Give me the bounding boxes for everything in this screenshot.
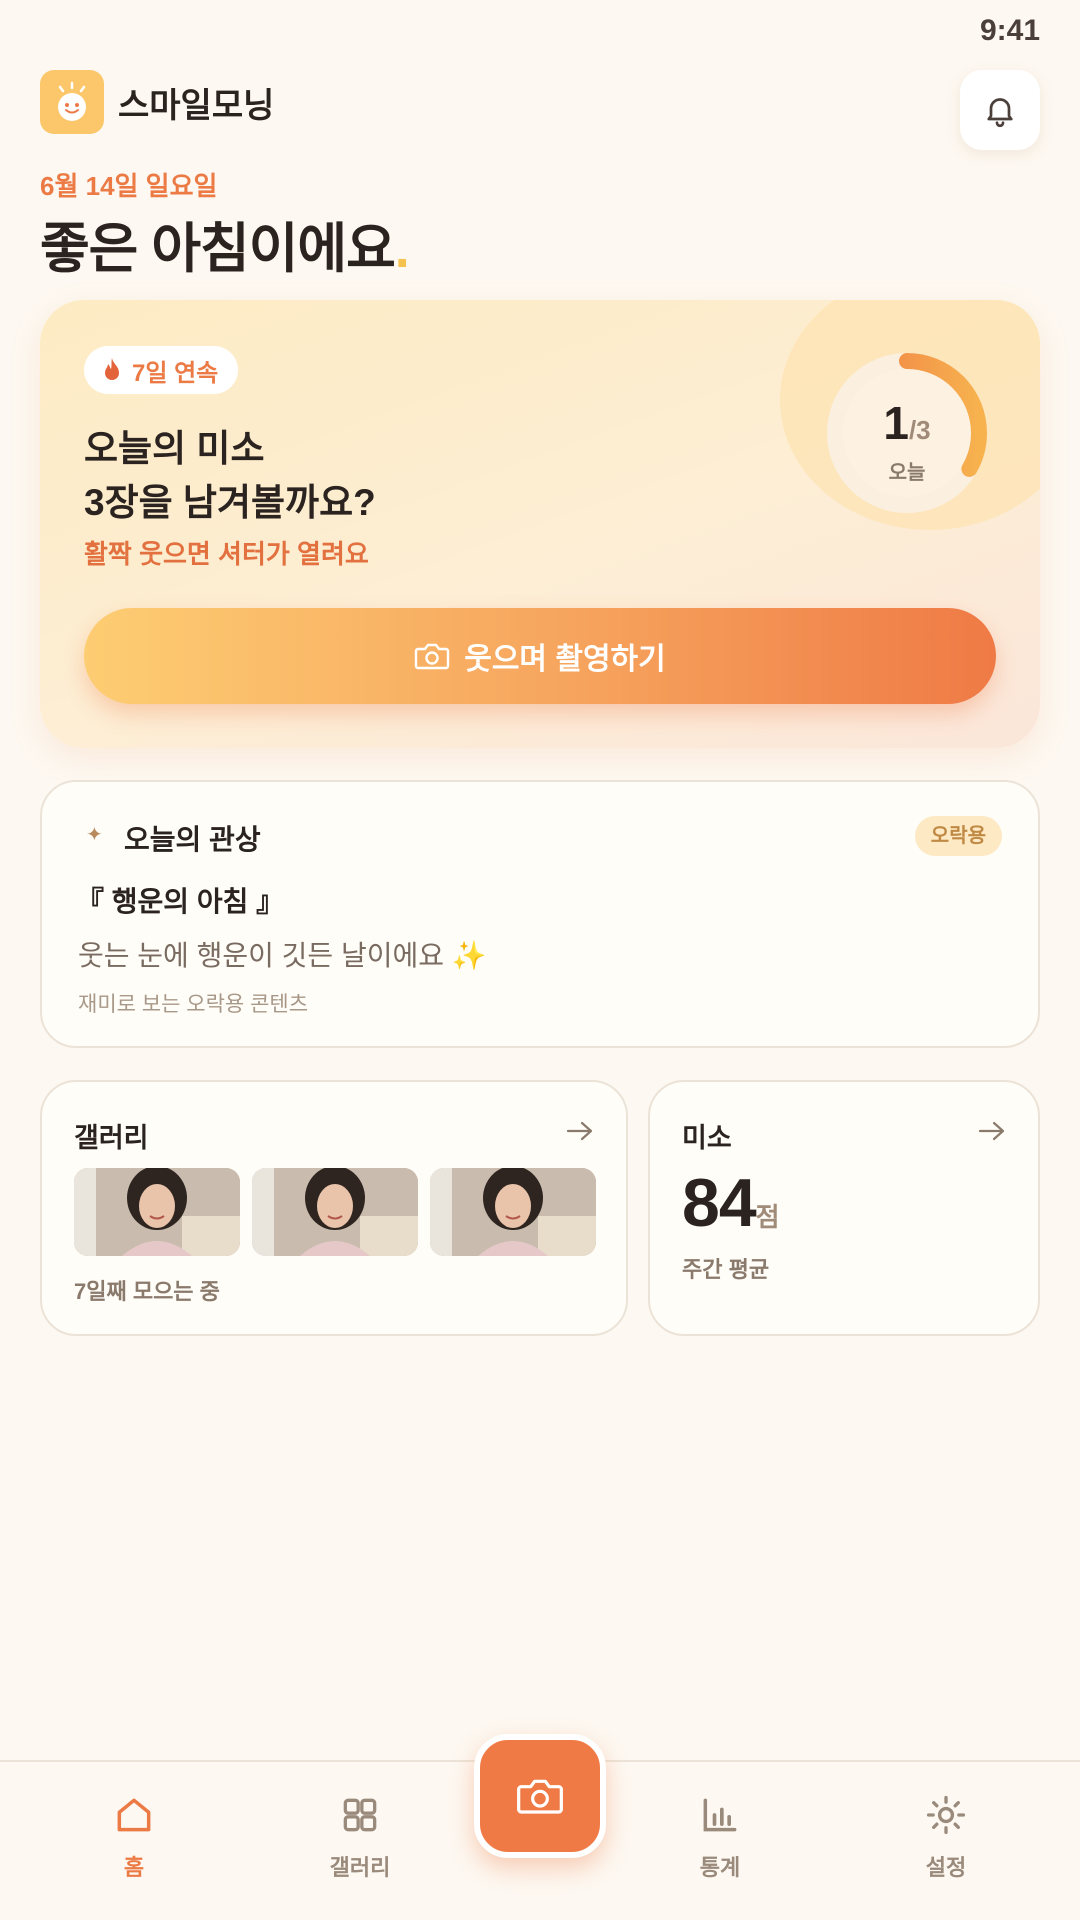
tab-settings[interactable]: 설정 (876, 1790, 1016, 1882)
camera-icon (415, 643, 450, 670)
daily-progress-ring: 1/3 오늘 (822, 348, 992, 518)
flame-icon (105, 358, 119, 380)
gallery-thumbnail[interactable] (74, 1168, 240, 1256)
tab-home-label: 홈 (123, 1855, 145, 1880)
selfie-photo (252, 1168, 418, 1256)
streak-badge: 7일 연속 (84, 346, 239, 394)
arrow-right-icon (978, 1121, 1005, 1141)
hero-subtitle: 활짝 웃으면 셔터가 열려요 (84, 539, 369, 569)
status-time: 9:41 (979, 14, 1040, 47)
app-name: 스마일모닝 (118, 87, 275, 125)
selfie-photo (430, 1168, 596, 1256)
fortune-title: 오늘의 관상 (124, 824, 261, 855)
gallery-thumbnail[interactable] (430, 1168, 596, 1256)
hero-title: 오늘의 미소 3장을 남겨볼까요? (84, 428, 376, 523)
greeting-title: 좋은 아침이에요. (40, 219, 410, 279)
smile-score-card[interactable]: 미소 84점 주간 평균 (648, 1080, 1040, 1336)
capture-button-label: 웃으며 촬영하기 (464, 643, 666, 676)
fortune-note: 재미로 보는 오락용 콘텐츠 (78, 993, 309, 1016)
arrow-right-icon (566, 1121, 593, 1141)
camera-fab-button[interactable] (474, 1734, 606, 1858)
sparkle-icon: ✦ (86, 824, 103, 846)
tab-gallery[interactable]: 갤러리 (290, 1790, 430, 1882)
progress-count: 1/3 (883, 397, 931, 449)
notification-button[interactable] (960, 70, 1040, 150)
smile-score: 84점 (682, 1165, 780, 1241)
tab-home[interactable]: 홈 (64, 1790, 204, 1882)
progress-label: 오늘 (888, 462, 926, 484)
tab-gallery-label: 갤러리 (329, 1855, 391, 1880)
streak-label: 7일 연속 (132, 359, 219, 387)
gallery-card-title: 갤러리 (74, 1123, 149, 1153)
daily-smile-card: 7일 연속 오늘의 미소 3장을 남겨볼까요? 활짝 웃으면 셔터가 열려요 1… (40, 300, 1040, 748)
smile-sun-icon (58, 81, 86, 121)
tab-settings-label: 설정 (925, 1855, 967, 1880)
smile-card-title: 미소 (682, 1123, 732, 1153)
app-header: 스마일모닝 (40, 70, 1040, 150)
home-icon (117, 1798, 151, 1832)
bell-icon (987, 98, 1013, 128)
gallery-thumbnail[interactable] (252, 1168, 418, 1256)
sun-settings-icon (926, 1795, 966, 1835)
gallery-thumbnails (74, 1168, 596, 1256)
fortune-text: 웃는 눈에 행운이 깃든 날이에요 ✨ (78, 940, 487, 971)
camera-icon (517, 1779, 563, 1814)
selfie-photo (74, 1168, 240, 1256)
fortune-card[interactable]: ✦ 오늘의 관상 오락용 『 행운의 아침 』 웃는 눈에 행운이 깃든 날이에… (40, 780, 1040, 1048)
gallery-card[interactable]: 갤러리 7일째 모으는 중 (40, 1080, 628, 1336)
fortune-heading: 『 행운의 아침 』 (76, 886, 285, 917)
grid-icon (343, 1798, 377, 1832)
entertainment-tag: 오락용 (914, 816, 1002, 856)
smile-capture-button[interactable]: 웃으며 촬영하기 (84, 608, 996, 704)
tab-stats-label: 통계 (699, 1855, 741, 1880)
bar-chart-icon (703, 1798, 737, 1832)
tab-stats[interactable]: 통계 (650, 1790, 790, 1882)
app-logo (40, 70, 104, 134)
score-label: 주간 평균 (682, 1257, 770, 1282)
gallery-note: 7일째 모으는 중 (74, 1279, 220, 1304)
date-label: 6월 14일 일요일 (40, 171, 218, 201)
